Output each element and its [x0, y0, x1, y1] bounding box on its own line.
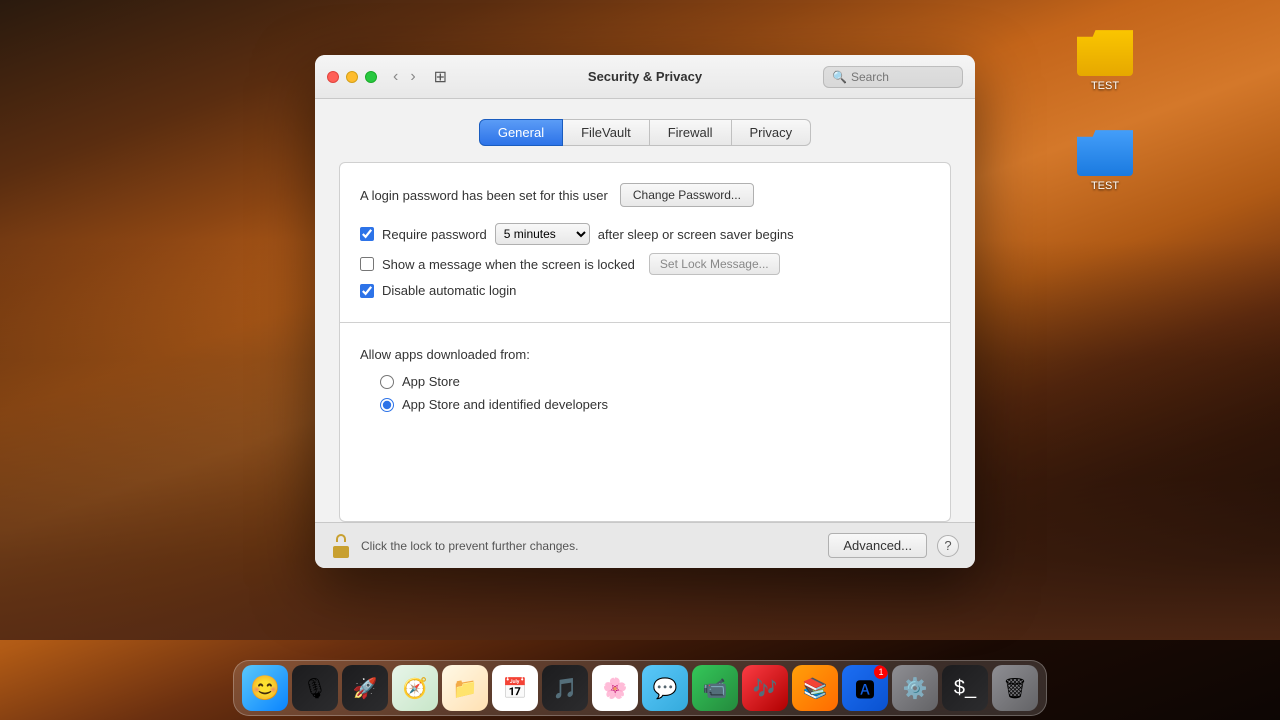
- tab-privacy[interactable]: Privacy: [732, 119, 812, 146]
- dock-item-books[interactable]: 📚: [792, 665, 838, 711]
- search-icon: 🔍: [832, 70, 847, 84]
- dock-item-facetime[interactable]: 📹: [692, 665, 738, 711]
- appstore-badge: 1: [874, 665, 888, 679]
- dock-item-finder[interactable]: 😊: [242, 665, 288, 711]
- section-divider: [340, 322, 950, 323]
- appstore-icon: 🅰: [855, 674, 875, 703]
- bottom-bar: Click the lock to prevent further change…: [315, 522, 975, 568]
- calendar-icon: 📅: [503, 676, 528, 701]
- dock-item-music[interactable]: 🎵: [542, 665, 588, 711]
- dock-item-messages[interactable]: 💬: [642, 665, 688, 711]
- security-privacy-window: ‹ › ⊞ Security & Privacy 🔍 General FileV…: [315, 55, 975, 568]
- traffic-lights: [327, 71, 377, 83]
- desktop: TEST TEST ‹ › ⊞ Security & Privacy 🔍: [0, 0, 1280, 720]
- lock-text: Click the lock to prevent further change…: [361, 539, 818, 553]
- require-password-checkbox[interactable]: [360, 227, 374, 241]
- desktop-icon-yellow[interactable]: TEST: [1070, 20, 1140, 92]
- dock-item-photos[interactable]: 🌸: [592, 665, 638, 711]
- forward-button[interactable]: ›: [406, 66, 419, 88]
- tab-filevault[interactable]: FileVault: [563, 119, 650, 146]
- dock: 😊 🎙 🚀 🧭 📁 📅 🎵 🌸 💬 📹 🎶: [233, 660, 1047, 716]
- blue-folder-label: TEST: [1091, 180, 1119, 192]
- require-password-dropdown[interactable]: immediately 5 seconds 1 minute 5 minutes…: [495, 223, 590, 245]
- search-input[interactable]: [851, 70, 954, 84]
- app-store-identified-radio-row: App Store and identified developers: [380, 397, 930, 412]
- systemprefs-icon: ⚙️: [903, 676, 928, 701]
- tab-general[interactable]: General: [479, 119, 563, 146]
- grid-button[interactable]: ⊞: [428, 65, 453, 89]
- facetime-icon: 📹: [703, 676, 728, 701]
- finder-icon: 😊: [250, 674, 280, 703]
- dock-item-files[interactable]: 📁: [442, 665, 488, 711]
- books-icon: 📚: [803, 676, 828, 701]
- nav-buttons: ‹ ›: [389, 66, 420, 88]
- minimize-button[interactable]: [346, 71, 358, 83]
- files-icon: 📁: [453, 676, 478, 701]
- app-store-identified-label: App Store and identified developers: [402, 397, 608, 412]
- tab-firewall[interactable]: Firewall: [650, 119, 732, 146]
- maximize-button[interactable]: [365, 71, 377, 83]
- require-password-row: Require password immediately 5 seconds 1…: [360, 223, 930, 245]
- app-store-radio-row: App Store: [380, 374, 930, 389]
- photos-icon: 🌸: [603, 676, 628, 701]
- back-button[interactable]: ‹: [389, 66, 402, 88]
- dock-item-siri[interactable]: 🎙: [292, 665, 338, 711]
- desktop-icon-blue[interactable]: TEST: [1070, 120, 1140, 192]
- help-button[interactable]: ?: [937, 535, 959, 557]
- show-message-checkbox[interactable]: [360, 257, 374, 271]
- search-bar[interactable]: 🔍: [823, 66, 963, 88]
- itunes-icon: 🎶: [753, 676, 778, 701]
- dock-item-trash[interactable]: 🗑: [992, 665, 1038, 711]
- general-panel: A login password has been set for this u…: [339, 162, 951, 522]
- siri-icon: 🎙: [302, 676, 327, 701]
- lock-body: [333, 546, 349, 558]
- app-store-identified-radio[interactable]: [380, 398, 394, 412]
- show-message-label: Show a message when the screen is locked: [382, 257, 635, 272]
- lock-shackle: [336, 534, 346, 542]
- disable-autologin-row: Disable automatic login: [360, 283, 930, 298]
- set-lock-message-button[interactable]: Set Lock Message...: [649, 253, 780, 275]
- music-icon: 🎵: [553, 676, 578, 701]
- yellow-folder-icon: [1077, 20, 1133, 76]
- disable-autologin-checkbox[interactable]: [360, 284, 374, 298]
- app-store-label: App Store: [402, 374, 460, 389]
- dock-item-systemprefs[interactable]: ⚙️: [892, 665, 938, 711]
- require-password-suffix: after sleep or screen saver begins: [598, 227, 794, 242]
- titlebar: ‹ › ⊞ Security & Privacy 🔍: [315, 55, 975, 99]
- dock-item-terminal[interactable]: $_: [942, 665, 988, 711]
- disable-autologin-label: Disable automatic login: [382, 283, 516, 298]
- trash-icon: 🗑: [1002, 676, 1027, 701]
- launchpad-icon: 🚀: [353, 676, 378, 701]
- blue-folder-icon: [1077, 120, 1133, 176]
- app-store-radio[interactable]: [380, 375, 394, 389]
- lock-icon[interactable]: [331, 534, 351, 558]
- dock-item-calendar[interactable]: 📅: [492, 665, 538, 711]
- safari-icon: 🧭: [403, 676, 428, 701]
- dock-item-safari[interactable]: 🧭: [392, 665, 438, 711]
- advanced-button[interactable]: Advanced...: [828, 533, 927, 558]
- content-area: General FileVault Firewall Privacy A log…: [315, 99, 975, 522]
- dock-item-appstore[interactable]: 🅰 1: [842, 665, 888, 711]
- login-password-text: A login password has been set for this u…: [360, 188, 608, 203]
- messages-icon: 💬: [653, 676, 678, 701]
- terminal-icon: $_: [954, 677, 976, 700]
- yellow-folder-label: TEST: [1091, 80, 1119, 92]
- allow-apps-label: Allow apps downloaded from:: [360, 347, 930, 362]
- dock-item-itunes[interactable]: 🎶: [742, 665, 788, 711]
- window-title: Security & Privacy: [588, 69, 702, 84]
- change-password-button[interactable]: Change Password...: [620, 183, 754, 207]
- close-button[interactable]: [327, 71, 339, 83]
- require-password-label: Require password: [382, 227, 487, 242]
- show-message-row: Show a message when the screen is locked…: [360, 253, 930, 275]
- tabs: General FileVault Firewall Privacy: [339, 119, 951, 146]
- login-password-row: A login password has been set for this u…: [360, 183, 930, 207]
- dock-item-launchpad[interactable]: 🚀: [342, 665, 388, 711]
